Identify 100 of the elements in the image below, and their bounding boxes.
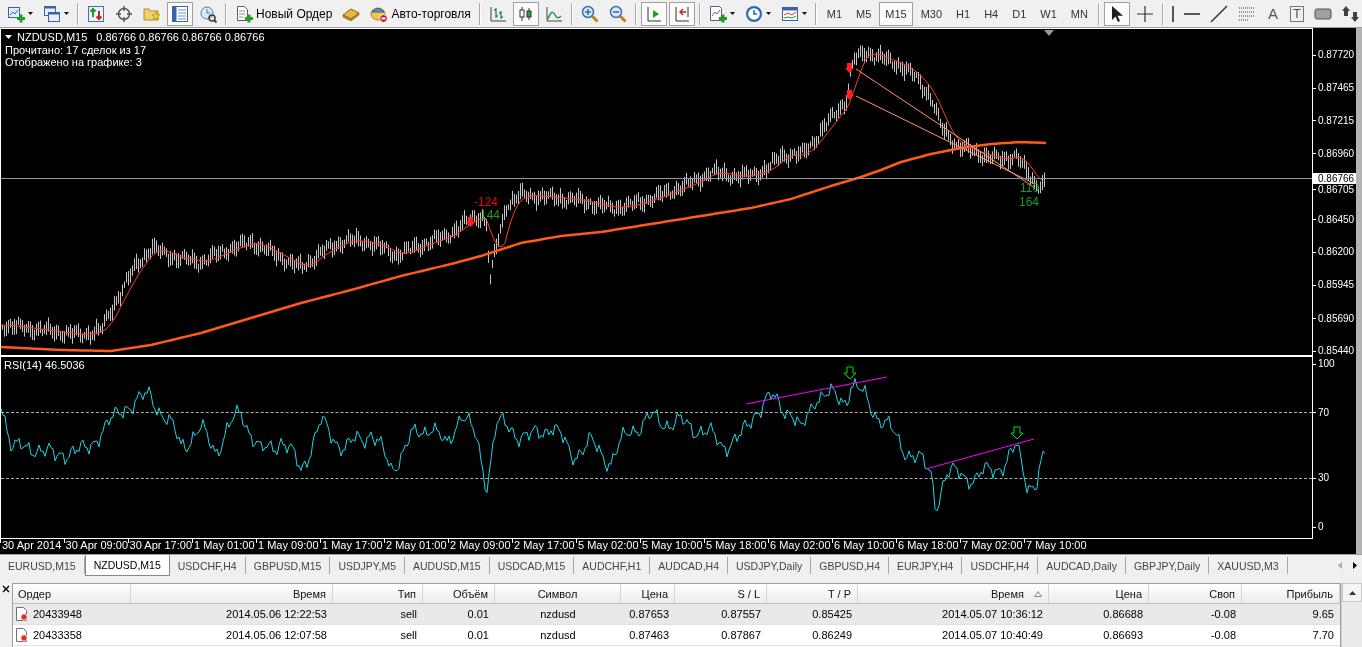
column-header[interactable]: T / P — [767, 584, 858, 603]
column-header[interactable]: Цена — [621, 584, 675, 603]
timeframe-button[interactable]: D1 — [1006, 1, 1033, 26]
timeframe-button[interactable]: M5 — [850, 1, 878, 26]
column-header[interactable]: Своп — [1149, 584, 1242, 603]
trend-line-icon — [1209, 4, 1228, 23]
time-axis-label: 1 May 09:00 — [258, 539, 319, 551]
table-cell: 0.01 — [467, 608, 489, 620]
indicator-label: RSI(14) 46.5036 — [4, 359, 85, 371]
price-axis-label: 0.86200 — [1318, 246, 1355, 259]
clock-icon — [744, 4, 763, 23]
time-axis-label: 2 May 01:00 — [386, 539, 447, 551]
horizontal-line-icon — [1183, 12, 1200, 15]
text-tool-button[interactable]: A — [1261, 1, 1284, 26]
price-axis-label: 0.85690 — [1318, 312, 1355, 325]
chart-tab[interactable]: USDCHF,H4 — [962, 557, 1039, 574]
candlestick-button[interactable] — [512, 1, 539, 26]
trade-profit-label: -124 — [474, 196, 499, 208]
table-row[interactable]: 20433948 2014.05.06 12:22:53 sell 0.01 nzdusd 0.87653 0.87557 0.85425 2014.05.07 10:36:12 0.86688 -0.08 9.65 — [13, 604, 1340, 625]
price-axis-label: 0.86450 — [1318, 213, 1355, 226]
terminal-button[interactable] — [167, 1, 193, 26]
vertical-scrollbar[interactable] — [1341, 583, 1362, 647]
column-header[interactable]: Цена — [1049, 584, 1149, 603]
table-cell: 0.86693 — [1103, 629, 1143, 641]
chart-tab[interactable]: USDCHF,H4 — [169, 557, 246, 574]
chart-tab[interactable]: AUDCAD,H4 — [650, 557, 728, 574]
trade-arrow-icon — [845, 63, 854, 73]
table-cell: 0.87653 — [629, 608, 669, 620]
chart-tab[interactable]: AUDCHF,H1 — [574, 557, 651, 574]
timeframe-button[interactable]: H4 — [978, 1, 1005, 26]
table-cell: nzdusd — [540, 608, 576, 620]
cap-stop-icon — [370, 4, 389, 23]
triangle-icon[interactable] — [5, 35, 12, 39]
timeframe-button[interactable]: M15 — [879, 1, 913, 26]
timeframe-button[interactable]: MN — [1064, 1, 1094, 26]
table-row[interactable]: 20433358 2014.05.06 12:07:58 sell 0.01 nzdusd 0.87463 0.87867 0.86249 2014.05.07 10:40:49 0.86693 -0.08 7.70 — [13, 625, 1340, 646]
time-axis-label: 2 May 09:00 — [450, 539, 511, 551]
column-header[interactable]: Время — [131, 584, 333, 603]
dotted-lines-icon — [1237, 4, 1256, 23]
scroll-up-button[interactable] — [1342, 583, 1362, 602]
scroll-right-icon[interactable] — [1352, 562, 1357, 569]
down-arrow-icon — [843, 366, 857, 380]
trade-arrow-icon — [845, 90, 854, 100]
cursor-button[interactable] — [1103, 1, 1130, 26]
price-axis-label: 0.85945 — [1318, 279, 1355, 292]
target-icon — [115, 4, 133, 23]
timeframe-button[interactable]: H1 — [950, 1, 977, 26]
axis-arrow-icon — [644, 4, 663, 23]
chart-tab[interactable]: USDCAD,M15 — [489, 557, 575, 574]
table-cell: 0.01 — [467, 629, 489, 641]
rsi-axis-label: 100 — [1318, 358, 1335, 370]
candlestick-icon — [516, 4, 535, 23]
zoom-out-icon — [608, 4, 627, 23]
auto-scroll-button[interactable] — [668, 1, 695, 26]
auto-trading-button[interactable]: Авто-торговля — [366, 1, 475, 26]
rsi-axis-label: 0 — [1318, 521, 1324, 533]
chart-shift-button[interactable] — [640, 1, 667, 26]
chart-tab[interactable]: EURUSD,M15 — [0, 557, 85, 574]
price-axis-label: 0.85440 — [1318, 345, 1355, 357]
table-cell: 9.65 — [1312, 608, 1334, 620]
table-cell: -0.08 — [1210, 629, 1236, 641]
timeframe-button[interactable]: M30 — [914, 1, 949, 26]
timeframe-button[interactable]: W1 — [1034, 1, 1063, 26]
chart-tab[interactable]: GBPUSD,H4 — [811, 557, 889, 574]
chart-tab[interactable]: GBPJPY,Daily — [1125, 557, 1210, 574]
table-cell: sell — [400, 608, 417, 620]
column-header[interactable]: Ордер — [13, 584, 131, 603]
price-axis-label: 0.87720 — [1318, 49, 1355, 61]
shift-marker-icon — [1044, 30, 1054, 36]
close-icon[interactable] — [2, 585, 10, 593]
vertical-line-icon — [1171, 5, 1174, 22]
time-axis-label: 6 May 10:00 — [834, 539, 895, 551]
chart-tab[interactable]: NZDUSD,M15 — [84, 555, 170, 576]
column-header[interactable]: S / L — [675, 584, 767, 603]
chart-tab[interactable]: AUDUSD,M15 — [405, 557, 490, 574]
chart-symbol: NZDUSD,M15 — [17, 31, 88, 43]
time-axis-label: 5 May 10:00 — [642, 539, 703, 551]
rsi-axis-label: 30 — [1318, 472, 1330, 485]
column-header[interactable]: Объём — [423, 584, 495, 603]
trade-arrow-icon — [466, 217, 475, 227]
price-axis-label: 0.86960 — [1318, 147, 1355, 160]
chart-tab[interactable]: AUDCAD,Daily — [1038, 557, 1126, 574]
timeframe-button[interactable]: M1 — [820, 1, 848, 26]
text-label-button[interactable]: T — [1288, 4, 1305, 23]
column-header[interactable]: Время — [858, 584, 1049, 603]
chart-tab[interactable]: XAUUSD,M3 — [1209, 557, 1288, 574]
chart-tab[interactable]: USDJPY,M5 — [330, 557, 405, 574]
list-window-icon — [171, 4, 189, 23]
column-header[interactable]: Прибыль — [1242, 584, 1340, 603]
column-header[interactable]: Тип — [333, 584, 423, 603]
chart-tab[interactable]: EURJPY,H4 — [889, 557, 963, 574]
crosshair-icon — [1135, 4, 1154, 23]
new-order-button[interactable]: Новый Ордер — [231, 1, 337, 26]
chart-tab[interactable]: USDJPY,Daily — [728, 557, 812, 574]
time-axis-label: 30 Apr 2014 — [2, 539, 62, 551]
time-axis-label: 30 Apr 09:00 — [65, 539, 128, 551]
chart-tab[interactable]: GBPUSD,M15 — [245, 557, 331, 574]
document-badge-icon — [15, 607, 28, 621]
column-header[interactable]: Символ — [495, 584, 621, 603]
table-cell: 0.87867 — [721, 629, 761, 641]
